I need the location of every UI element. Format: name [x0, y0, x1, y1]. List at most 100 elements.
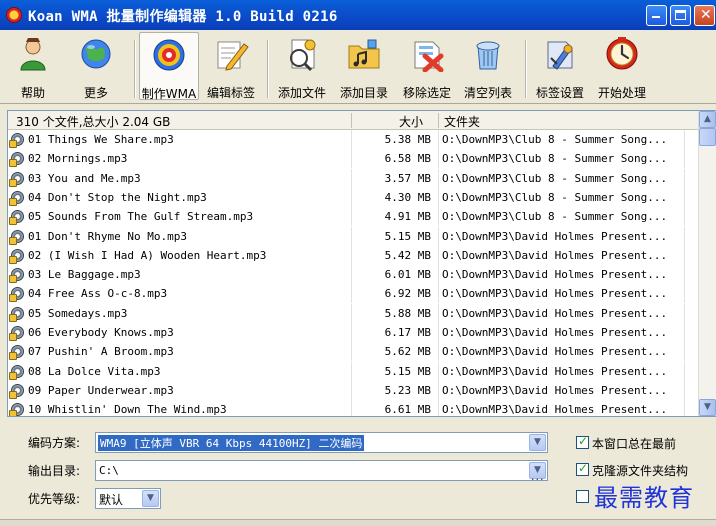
cell-divider: [438, 207, 439, 227]
music-file-icon: [9, 287, 24, 303]
make-wma-label: 制作WMA: [141, 87, 197, 101]
column-header-folder[interactable]: 文件夹: [444, 113, 480, 130]
remove-selected-icon: [414, 41, 444, 72]
column-header-size[interactable]: 大小: [399, 113, 423, 130]
more-button[interactable]: 更多: [66, 32, 126, 100]
minimize-button[interactable]: [646, 5, 667, 26]
chevron-down-icon[interactable]: ▼: [529, 434, 546, 451]
music-file-icon: [9, 364, 24, 380]
add-file-button[interactable]: 添加文件: [272, 32, 332, 100]
start-process-button[interactable]: 开始处理: [592, 32, 652, 100]
clear-list-button[interactable]: 清空列表: [458, 32, 518, 100]
vertical-scrollbar[interactable]: ▲ ▼: [698, 111, 716, 416]
music-file-icon: [9, 403, 24, 416]
file-size: 3.57 MB: [384, 171, 431, 185]
file-row[interactable]: 05 Somedays.mp3 5.88 MB O:\DownMP3\David H…: [8, 303, 700, 323]
file-size: 5.42 MB: [384, 248, 431, 262]
more-label: 更多: [83, 86, 108, 100]
always-on-top-label[interactable]: 本窗口总在最前: [592, 435, 676, 452]
app-icon[interactable]: [6, 7, 22, 23]
file-list-header: 310 个文件,总大小 2.04 GB 大小 文件夹: [8, 111, 700, 130]
file-size: 5.88 MB: [384, 306, 431, 320]
browse-output-button[interactable]: ...: [531, 470, 545, 483]
file-name: 05 Sounds From The Gulf Stream.mp3: [28, 210, 254, 224]
cell-divider: [684, 187, 685, 207]
make-wma-button[interactable]: 制作WMA: [139, 32, 199, 101]
option-checkbox[interactable]: [576, 490, 589, 503]
file-folder: O:\DownMP3\Club 8 - Summer Song...: [442, 171, 668, 185]
file-folder: O:\DownMP3\David Holmes Present...: [442, 383, 668, 397]
encoding-select[interactable]: WMA9 [立体声 VBR 64 Kbps 44100HZ] 二次编码 ▼: [95, 432, 548, 453]
add-folder-label: 添加目录: [339, 86, 388, 100]
file-row[interactable]: 05 Sounds From The Gulf Stream.mp3 4.91 M…: [8, 207, 700, 227]
file-row[interactable]: 01 Things We Share.mp3 5.38 MB O:\DownMP3\…: [8, 130, 700, 149]
cell-divider: [438, 361, 439, 381]
file-row[interactable]: 03 Le Baggage.mp3 6.01 MB O:\DownMP3\David…: [8, 265, 700, 285]
music-file-icon: [9, 306, 24, 322]
scroll-up-button[interactable]: ▲: [699, 111, 716, 128]
file-folder: O:\DownMP3\Club 8 - Summer Song...: [442, 210, 668, 224]
file-name: 01 Don't Rhyme No Mo.mp3: [28, 229, 187, 243]
cell-divider: [438, 245, 439, 265]
file-size: 6.61 MB: [384, 403, 431, 417]
cell-divider: [684, 245, 685, 265]
tag-settings-button[interactable]: 标签设置: [530, 32, 590, 100]
column-divider[interactable]: [351, 113, 352, 128]
scroll-down-button[interactable]: ▼: [699, 399, 716, 416]
cell-divider: [684, 207, 685, 227]
close-button[interactable]: ✕: [694, 5, 715, 26]
file-row[interactable]: 04 Free Ass O-c-8.mp3 6.92 MB O:\DownMP3\D…: [8, 284, 700, 304]
file-row[interactable]: 08 La Dolce Vita.mp3 5.15 MB O:\DownMP3\Da…: [8, 361, 700, 381]
scroll-thumb[interactable]: [699, 128, 716, 146]
file-summary: 310 个文件,总大小 2.04 GB: [16, 115, 171, 129]
add-folder-button[interactable]: 添加目录: [334, 32, 394, 100]
file-row[interactable]: 04 Don't Stop the Night.mp3 4.30 MB O:\Dow…: [8, 187, 700, 207]
file-list[interactable]: 310 个文件,总大小 2.04 GB 大小 文件夹 01 Things We …: [7, 110, 716, 417]
remove-selected-button[interactable]: 移除选定: [397, 32, 457, 100]
file-name: 03 Le Baggage.mp3: [28, 268, 141, 282]
chevron-down-icon[interactable]: ▼: [142, 490, 159, 507]
file-row[interactable]: 07 Pushin' A Broom.mp3 5.62 MB O:\DownMP3\…: [8, 342, 700, 362]
cell-divider: [438, 342, 439, 362]
always-on-top-checkbox[interactable]: [576, 434, 589, 449]
file-row[interactable]: 06 Everybody Knows.mp3 6.17 MB O:\DownMP3\…: [8, 323, 700, 342]
file-row[interactable]: 01 Don't Rhyme No Mo.mp3 5.15 MB O:\DownMP…: [8, 226, 700, 246]
tag-settings-icon: [547, 41, 573, 70]
file-folder: O:\DownMP3\Club 8 - Summer Song...: [442, 133, 668, 146]
output-label: 输出目录:: [28, 464, 81, 478]
file-name: 03 You and Me.mp3: [28, 171, 141, 185]
column-divider[interactable]: [438, 113, 439, 128]
music-file-icon: [9, 171, 24, 187]
file-folder: O:\DownMP3\David Holmes Present...: [442, 326, 668, 339]
file-name: 10 Whistlin' Down The Wind.mp3: [28, 403, 227, 417]
edit-tags-button[interactable]: 编辑标签: [201, 32, 261, 100]
clone-structure-label[interactable]: 克隆源文件夹结构: [592, 462, 688, 479]
file-row[interactable]: 02 Mornings.mp3 6.58 MB O:\DownMP3\Club 8 …: [8, 149, 700, 169]
cell-divider: [684, 149, 685, 169]
file-row[interactable]: 02 (I Wish I Had A) Wooden Heart.mp3 5.42…: [8, 245, 700, 265]
file-name: 05 Somedays.mp3: [28, 306, 128, 320]
file-name: 08 La Dolce Vita.mp3: [28, 364, 161, 378]
music-file-icon: [9, 190, 24, 206]
edit-tags-label: 编辑标签: [206, 86, 255, 100]
music-file-icon: [9, 210, 24, 226]
file-size: 5.62 MB: [384, 345, 431, 359]
cell-divider: [438, 265, 439, 285]
priority-select[interactable]: 默认 ▼: [95, 488, 161, 509]
clear-list-icon: [476, 41, 500, 70]
help-button[interactable]: 帮助: [4, 32, 62, 100]
file-size: 4.91 MB: [384, 210, 431, 224]
clone-structure-checkbox[interactable]: [576, 461, 589, 476]
file-size: 6.01 MB: [384, 268, 431, 282]
music-file-icon: [9, 152, 24, 168]
minimize-icon: [652, 16, 660, 18]
file-name: 02 Mornings.mp3: [28, 152, 128, 166]
file-row[interactable]: 10 Whistlin' Down The Wind.mp3 6.61 MB O:\…: [8, 400, 700, 417]
clear-list-label: 清空列表: [463, 86, 512, 100]
file-name: 09 Paper Underwear.mp3: [28, 383, 174, 397]
encoding-label: 编码方案:: [28, 436, 81, 450]
file-row[interactable]: 09 Paper Underwear.mp3 5.23 MB O:\DownMP3\…: [8, 380, 700, 400]
output-dir-select[interactable]: C:\ ▼: [95, 460, 548, 481]
maximize-button[interactable]: [670, 5, 691, 26]
file-row[interactable]: 03 You and Me.mp3 3.57 MB O:\DownMP3\Club …: [8, 168, 700, 188]
